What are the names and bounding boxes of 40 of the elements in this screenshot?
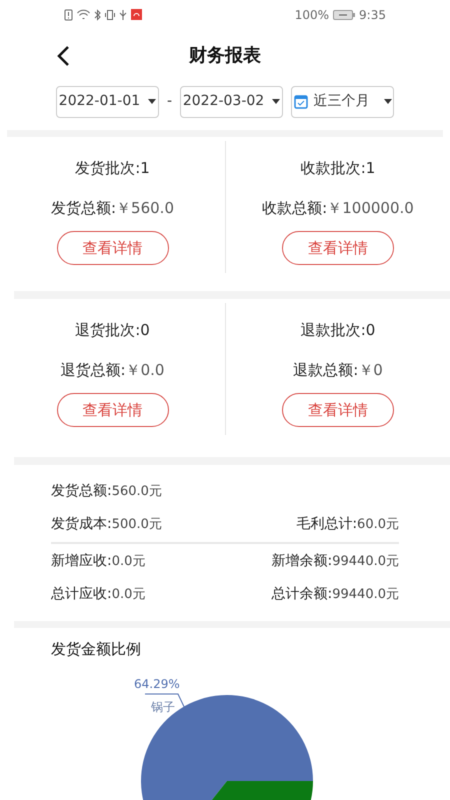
slice-label: 锅子: [151, 698, 175, 716]
caret-icon: [148, 99, 156, 104]
page-title: 财务报表: [189, 44, 261, 68]
start-date-dropdown[interactable]: 2022-01-01: [56, 86, 159, 118]
battery-percent: 100%: [294, 6, 330, 24]
sim-alert-icon: [64, 8, 73, 21]
count-label: 发货批次:1: [75, 158, 150, 180]
total-label: 总计余额:99440.0元: [272, 584, 399, 604]
caret-icon: [272, 99, 280, 104]
calendar-icon: [294, 94, 308, 110]
count-label: 退款批次:0: [300, 320, 376, 342]
total-label: 毛利总计:60.0元: [296, 514, 399, 534]
amount-label: 收款总额:￥100000.0: [262, 198, 414, 219]
amount-label: 发货总额:￥560.0: [50, 198, 174, 219]
bluetooth-icon: [94, 8, 101, 21]
app-notification-icon: [131, 9, 142, 20]
range-dropdown[interactable]: 近三个月: [291, 86, 394, 118]
usb-icon: [119, 8, 127, 21]
view-details-button[interactable]: 查看详情: [282, 231, 394, 266]
amount-label: 退货总额:￥0.0: [60, 360, 164, 381]
count-label: 收款批次:1: [300, 158, 376, 180]
total-label: 新增应收:0.0元: [51, 552, 146, 571]
amount-label: 退款总额:￥0: [293, 360, 383, 381]
caret-icon: [384, 99, 392, 104]
date-separator: -: [166, 92, 174, 112]
total-label: 发货总额:560.0元: [51, 482, 162, 501]
total-label: 新增余额:99440.0元: [272, 552, 399, 571]
total-label: 总计应收:0.0元: [51, 584, 146, 604]
battery-icon: [333, 10, 356, 20]
total-label: 发货成本:500.0元: [51, 514, 162, 534]
chart-title: 发货金额比例: [50, 639, 142, 660]
count-label: 退货批次:0: [75, 320, 150, 342]
view-details-button[interactable]: 查看详情: [56, 393, 168, 428]
wifi-icon: [77, 9, 90, 20]
clock: 9:35: [359, 6, 386, 24]
view-details-button[interactable]: 查看详情: [56, 231, 168, 266]
value-label: 64.29%: [134, 676, 180, 693]
vibrate-icon: [105, 8, 115, 21]
end-date-dropdown[interactable]: 2022-03-02: [180, 86, 284, 118]
view-details-button[interactable]: 查看详情: [282, 393, 394, 428]
